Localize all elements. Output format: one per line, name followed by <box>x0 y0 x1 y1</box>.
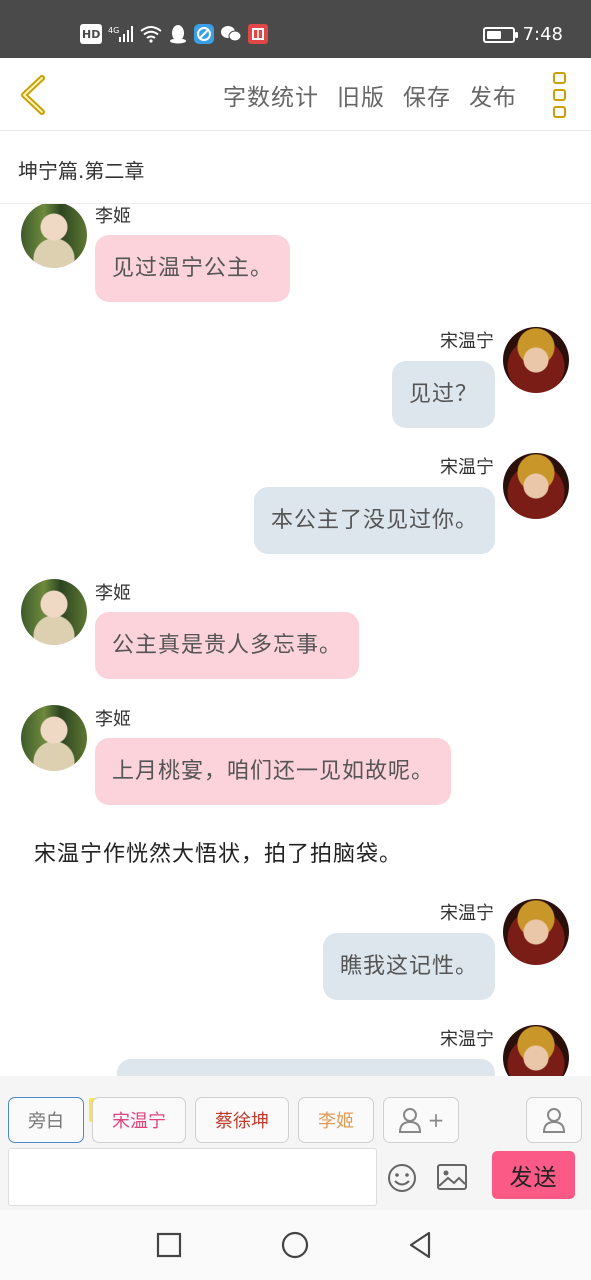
back-button[interactable] <box>14 72 54 118</box>
send-button[interactable]: 发送 <box>492 1151 575 1199</box>
role-cai-xukun-button[interactable]: 蔡徐坤 <box>195 1097 289 1143</box>
avatar-li-ji[interactable] <box>21 705 87 771</box>
sender-name: 宋温宁 <box>440 331 494 352</box>
status-right: 7:48 <box>482 24 563 45</box>
add-person-icon <box>398 1108 421 1133</box>
status-bar: HD 4G 7:48 <box>0 0 591 58</box>
avatar-song-wenning[interactable] <box>503 327 569 393</box>
sender-name: 宋温宁 <box>440 903 494 924</box>
more-menu-button[interactable] <box>553 72 569 118</box>
avatar-song-wenning[interactable] <box>503 1025 569 1076</box>
chapter-title[interactable]: 坤宁篇.第二章 <box>18 155 144 184</box>
role-manage-button[interactable] <box>526 1097 582 1143</box>
person-icon <box>542 1108 566 1133</box>
add-role-button[interactable]: + <box>383 1097 459 1143</box>
avatar-li-ji[interactable] <box>21 204 87 268</box>
more-dot-icon <box>553 72 566 84</box>
avatar-li-ji[interactable] <box>21 579 87 645</box>
sender-name: 宋温宁 <box>440 457 494 478</box>
image-icon <box>437 1164 467 1190</box>
message-bubble[interactable]: 见过温宁公主。 <box>95 235 291 302</box>
avatar-song-wenning[interactable] <box>503 899 569 965</box>
message-bubble[interactable]: 瞧我这记性。 <box>322 933 495 1000</box>
message-bubble[interactable]: 上月桃宴，咱们还一见如故呢。 <box>95 738 452 805</box>
message-input[interactable] <box>8 1148 377 1206</box>
home-button[interactable] <box>280 1230 310 1260</box>
word-count-button[interactable]: 字数统计 <box>223 78 319 112</box>
toolbar-actions: 字数统计 旧版 保存 发布 <box>223 78 517 112</box>
wechat-icon <box>220 24 242 44</box>
network-type-label: 4G <box>108 26 119 35</box>
wifi-icon <box>140 24 162 44</box>
chevron-left-icon <box>21 75 45 115</box>
recents-button[interactable] <box>154 1230 184 1260</box>
status-icons: HD 4G <box>80 24 269 44</box>
hd-icon: HD <box>80 24 103 44</box>
save-button[interactable]: 保存 <box>403 78 451 112</box>
image-button[interactable] <box>436 1162 468 1192</box>
triangle-back-icon <box>409 1231 431 1259</box>
emoji-icon <box>388 1164 416 1192</box>
sender-name: 李姬 <box>95 583 131 604</box>
message-bubble[interactable] <box>117 1059 495 1076</box>
more-dot-icon <box>553 89 566 101</box>
message-bubble[interactable]: 见过？ <box>391 361 495 428</box>
signal-icon: 4G <box>108 24 134 44</box>
message-bubble[interactable]: 公主真是贵人多忘事。 <box>95 612 360 679</box>
emoji-button[interactable] <box>386 1162 418 1194</box>
circle-icon <box>281 1231 309 1259</box>
system-nav-bar <box>0 1210 591 1280</box>
square-icon <box>156 1232 182 1258</box>
reader-app-icon <box>248 24 269 44</box>
chapter-header: 坤宁篇.第二章 <box>0 131 591 204</box>
back-nav-button[interactable] <box>405 1230 435 1260</box>
narration-text[interactable]: 宋温宁作恍然大悟状，拍了拍脑袋。 <box>34 836 402 868</box>
old-version-button[interactable]: 旧版 <box>337 78 385 112</box>
publish-button[interactable]: 发布 <box>469 78 517 112</box>
battery-level <box>486 30 502 39</box>
role-aside-button[interactable]: 旁白 <box>8 1097 84 1143</box>
top-toolbar: 字数统计 旧版 保存 发布 <box>0 58 591 131</box>
compose-panel: 旁白 主 宋温宁 蔡徐坤 李姬 + 发送 <box>0 1076 591 1210</box>
battery-icon <box>482 26 518 43</box>
plus-icon: + <box>427 1108 445 1132</box>
sender-name: 李姬 <box>95 709 131 730</box>
sender-name: 李姬 <box>95 206 131 227</box>
role-li-ji-button[interactable]: 李姬 <box>298 1097 374 1143</box>
status-time: 7:48 <box>522 24 563 45</box>
message-bubble[interactable]: 本公主了没见过你。 <box>253 487 495 554</box>
sender-name: 宋温宁 <box>440 1029 494 1050</box>
role-song-wenning-button[interactable]: 宋温宁 <box>92 1097 186 1143</box>
more-dot-icon <box>553 106 566 118</box>
chat-area[interactable]: 李姬 见过温宁公主。 宋温宁 见过？ 宋温宁 本公主了没见过你。 李姬 公主真是… <box>0 204 591 1076</box>
qq-icon <box>168 24 188 44</box>
browser-icon <box>194 24 215 44</box>
avatar-song-wenning[interactable] <box>503 453 569 519</box>
